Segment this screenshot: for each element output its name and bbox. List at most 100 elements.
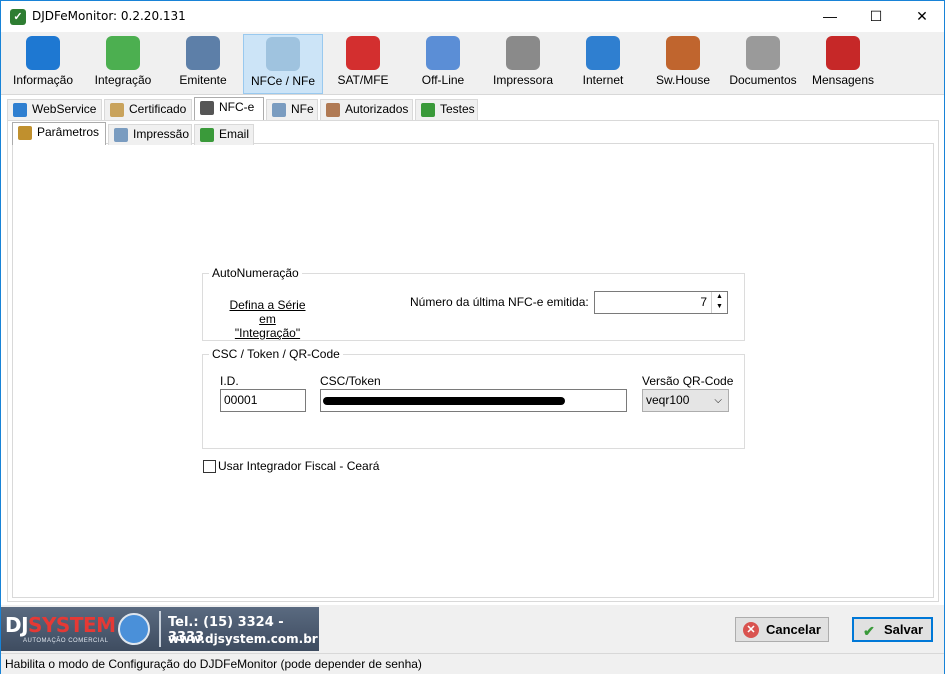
definir-serie-link[interactable]: Defina a Série em "Integração" bbox=[220, 298, 315, 340]
documents-icon bbox=[746, 36, 780, 70]
toolbar-documentos-button[interactable]: Documentos bbox=[723, 34, 803, 94]
cancel-button[interactable]: ✕ Cancelar bbox=[735, 617, 829, 642]
toolbar-label: SAT/MFE bbox=[337, 73, 389, 87]
minimize-button[interactable]: — bbox=[807, 1, 853, 32]
globe-icon bbox=[13, 103, 27, 117]
csc-title: CSC / Token / QR-Code bbox=[209, 347, 343, 361]
toolbar-label: Off-Line bbox=[421, 73, 465, 87]
qrcode-icon bbox=[200, 101, 214, 115]
tab-label: Testes bbox=[440, 102, 475, 116]
check-icon bbox=[421, 103, 435, 117]
footer: DJSYSTEM AUTOMAÇÃO COMERCIAL Tel.: (15) … bbox=[1, 605, 944, 653]
tab-autorizados[interactable]: Autorizados bbox=[320, 99, 413, 120]
person-icon bbox=[186, 36, 220, 70]
brand-name-system: SYSTEM bbox=[28, 613, 116, 637]
tab-label: Parâmetros bbox=[37, 125, 100, 139]
tab-label: Impressão bbox=[133, 127, 190, 141]
toolbar-emitente-button[interactable]: Emitente bbox=[163, 34, 243, 94]
main-toolbar: Informação Integração Emitente NFCe / NF… bbox=[1, 32, 944, 95]
tab-label: WebService bbox=[32, 102, 97, 116]
maximize-button[interactable]: ☐ bbox=[853, 1, 899, 32]
brand-name: DJSYSTEM bbox=[5, 613, 116, 637]
sub-tab-panel: AutoNumeração Defina a Série em "Integra… bbox=[12, 143, 934, 598]
token-redaction bbox=[323, 397, 565, 405]
tab-testes[interactable]: Testes bbox=[415, 99, 478, 120]
headset-icon bbox=[666, 36, 700, 70]
tab-certificado[interactable]: Certificado bbox=[104, 99, 192, 120]
token-input[interactable] bbox=[320, 389, 627, 412]
spin-up-icon[interactable]: ▲ bbox=[716, 293, 723, 300]
tab-label: NFe bbox=[291, 102, 314, 116]
spin-down-icon[interactable]: ▼ bbox=[716, 303, 723, 310]
status-bar: Habilita o modo de Configuração do DJDFe… bbox=[1, 653, 944, 674]
tab-webservice[interactable]: WebService bbox=[7, 99, 102, 120]
toolbar-label: Documentos bbox=[729, 73, 797, 87]
brand-name-dj: DJ bbox=[5, 613, 29, 637]
integrador-fiscal-label[interactable]: Usar Integrador Fiscal - Ceará bbox=[218, 459, 379, 473]
token-label: CSC/Token bbox=[320, 374, 381, 388]
document-icon bbox=[272, 103, 286, 117]
toolbar-impressora-button[interactable]: Impressora bbox=[483, 34, 563, 94]
save-button[interactable]: ✔ Salvar bbox=[852, 617, 933, 642]
mailbox-icon bbox=[826, 36, 860, 70]
toolbar-informacao-button[interactable]: Informação bbox=[3, 34, 83, 94]
app-icon: ✓ bbox=[10, 9, 26, 25]
ultima-nfce-input[interactable]: 7 ▲ ▼ bbox=[594, 291, 728, 314]
tab-email[interactable]: Email bbox=[194, 124, 254, 145]
cancel-label: Cancelar bbox=[766, 622, 821, 637]
at-icon bbox=[346, 36, 380, 70]
toolbar-label: Emitente bbox=[179, 73, 227, 87]
arrows-icon bbox=[106, 36, 140, 70]
autonumeracao-group: AutoNumeração Defina a Série em "Integra… bbox=[202, 266, 745, 341]
tab-parametros[interactable]: Parâmetros bbox=[12, 122, 106, 145]
csc-group: CSC / Token / QR-Code I.D. 00001 CSC/Tok… bbox=[202, 347, 745, 449]
tab-label: NFC-e bbox=[219, 100, 255, 114]
document-icon bbox=[114, 128, 128, 142]
toolbar-label: NFCe / NFe bbox=[250, 74, 315, 88]
ultima-nfce-value: 7 bbox=[700, 295, 707, 309]
chevron-down-icon: ⌵ bbox=[714, 395, 722, 406]
ultima-nfce-label: Número da última NFC-e emitida: bbox=[410, 295, 589, 309]
certificate-icon bbox=[110, 103, 124, 117]
brand-subtitle: AUTOMAÇÃO COMERCIAL bbox=[23, 638, 109, 644]
info-icon bbox=[26, 36, 60, 70]
definir-serie-link-line2: "Integração" bbox=[234, 326, 301, 340]
id-label: I.D. bbox=[220, 374, 239, 388]
tab-label: Certificado bbox=[129, 102, 187, 116]
brand-website: www.djsystem.com.br bbox=[168, 632, 318, 646]
brand-divider bbox=[159, 611, 161, 647]
check-icon: ✔ bbox=[863, 623, 875, 639]
toolbar-label: Sw.House bbox=[655, 73, 711, 87]
printer-icon bbox=[506, 36, 540, 70]
id-input[interactable]: 00001 bbox=[220, 389, 306, 412]
versao-qrcode-value: veqr100 bbox=[646, 393, 690, 407]
tab-nfce[interactable]: NFC-e bbox=[194, 97, 264, 120]
toolbar-nfce-nfe-button[interactable]: NFCe / NFe bbox=[243, 34, 323, 94]
id-value: 00001 bbox=[224, 393, 258, 407]
toolbar-offline-button[interactable]: Off-Line bbox=[403, 34, 483, 94]
tab-nfe[interactable]: NFe bbox=[266, 99, 318, 120]
toolbar-label: Mensagens bbox=[811, 73, 875, 87]
app-window: ✓ DJDFeMonitor: 0.2.20.131 — ☐ ✕ Informa… bbox=[0, 0, 945, 674]
toolbar-swhouse-button[interactable]: Sw.House bbox=[643, 34, 723, 94]
globe-icon bbox=[586, 36, 620, 70]
title-bar: ✓ DJDFeMonitor: 0.2.20.131 — ☐ ✕ bbox=[1, 1, 944, 32]
save-label: Salvar bbox=[884, 622, 924, 637]
tab-label: Autorizados bbox=[345, 102, 409, 116]
toolbar-internet-button[interactable]: Internet bbox=[563, 34, 643, 94]
close-button[interactable]: ✕ bbox=[899, 1, 945, 32]
plug-icon bbox=[426, 36, 460, 70]
tab-impressao[interactable]: Impressão bbox=[108, 124, 192, 145]
toolbar-integracao-button[interactable]: Integração bbox=[83, 34, 163, 94]
ultima-nfce-spinner[interactable]: ▲ ▼ bbox=[711, 292, 727, 313]
definir-serie-link-line1: Defina a Série em bbox=[229, 298, 306, 326]
djsystem-brand-banner: DJSYSTEM AUTOMAÇÃO COMERCIAL Tel.: (15) … bbox=[1, 607, 319, 651]
toolbar-mensagens-button[interactable]: Mensagens bbox=[803, 34, 883, 94]
toolbar-label: Impressora bbox=[492, 73, 554, 87]
toolbar-sat-mfe-button[interactable]: SAT/MFE bbox=[323, 34, 403, 94]
cancel-icon: ✕ bbox=[743, 622, 759, 638]
integrador-fiscal-checkbox[interactable] bbox=[203, 460, 216, 473]
window-title: DJDFeMonitor: 0.2.20.131 bbox=[32, 9, 186, 23]
versao-qrcode-select[interactable]: veqr100 ⌵ bbox=[642, 389, 729, 412]
wrench-icon bbox=[18, 126, 32, 140]
